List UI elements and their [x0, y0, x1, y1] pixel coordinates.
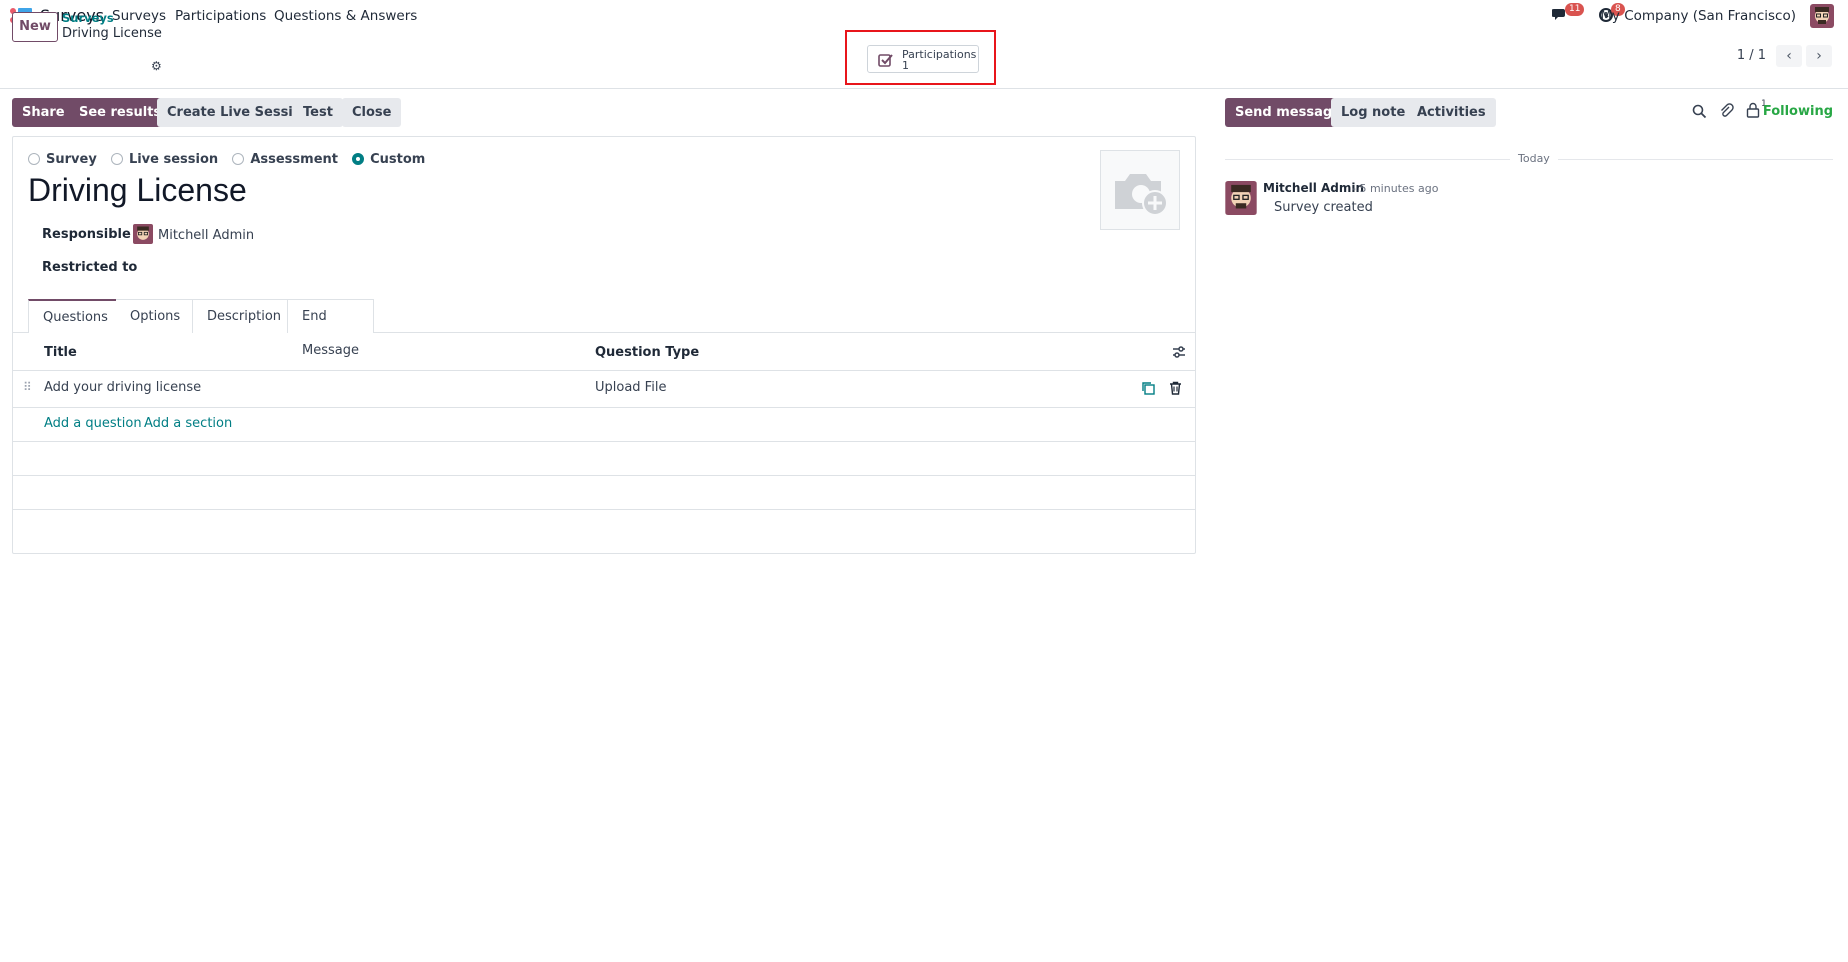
camera-add-icon — [1115, 174, 1168, 216]
row-title[interactable]: Add your driving license — [44, 380, 201, 395]
drag-handle-icon[interactable]: ⠿ — [23, 380, 32, 394]
menu-questions-answers[interactable]: Questions & Answers — [274, 8, 417, 24]
pager-previous-icon[interactable]: ‹ — [1776, 45, 1802, 67]
menu-surveys[interactable]: Surveys — [112, 8, 166, 24]
breadcrumb-surveys[interactable]: Surveys — [62, 11, 114, 25]
radio-live-session[interactable]: Live session — [110, 152, 218, 167]
messages-badge: 11 — [1565, 3, 1585, 16]
survey-image-upload[interactable] — [1100, 150, 1180, 230]
table-divider — [12, 509, 1196, 510]
message-author[interactable]: Mitchell Admin — [1263, 181, 1364, 195]
participations-smart-button[interactable]: Participations 1 — [867, 45, 979, 73]
survey-type-radio-group: Survey Live session Assessment Custom — [28, 152, 435, 167]
message-body: Survey created — [1274, 200, 1373, 215]
date-separator: Today — [1510, 152, 1558, 165]
copy-icon[interactable] — [1141, 381, 1155, 395]
table-divider — [12, 407, 1196, 408]
messages-systray[interactable]: 11 — [1550, 3, 1585, 26]
gear-icon[interactable]: ⚙ — [151, 59, 162, 73]
tab-end-message[interactable]: End Message — [287, 299, 374, 358]
search-icon[interactable] — [1692, 104, 1707, 119]
table-divider — [12, 441, 1196, 442]
menu-participations[interactable]: Participations — [175, 8, 266, 24]
responsible-field[interactable]: Mitchell Admin — [158, 228, 254, 243]
new-button[interactable]: New — [12, 12, 58, 42]
log-note-button[interactable]: Log note — [1331, 98, 1416, 127]
share-button[interactable]: Share — [12, 98, 75, 127]
tab-questions[interactable]: Questions — [28, 299, 123, 333]
optional-columns-icon[interactable] — [1172, 345, 1186, 359]
radio-circle-icon — [110, 153, 123, 165]
close-button[interactable]: Close — [342, 98, 402, 127]
survey-title-field[interactable]: Driving License — [28, 172, 247, 209]
radio-custom[interactable]: Custom — [352, 152, 425, 167]
message-time: - 5 minutes ago — [1352, 182, 1439, 195]
radio-circle-icon — [232, 153, 245, 165]
responsible-avatar — [133, 224, 153, 244]
tab-options[interactable]: Options — [116, 299, 196, 333]
followers-button[interactable]: 1 — [1746, 99, 1767, 122]
tab-description[interactable]: Description — [192, 299, 297, 333]
radio-assessment[interactable]: Assessment — [232, 152, 338, 167]
following-button[interactable]: Following — [1763, 104, 1833, 119]
test-button[interactable]: Test — [293, 98, 343, 127]
radio-circle-icon — [28, 153, 40, 165]
trash-icon[interactable] — [1169, 381, 1182, 395]
radio-selected-icon — [352, 153, 365, 165]
radio-survey[interactable]: Survey — [28, 152, 97, 167]
breadcrumb-current: Driving License — [62, 26, 162, 41]
smart-button-label: Participations — [902, 48, 977, 61]
table-divider — [12, 475, 1196, 476]
user-avatar[interactable] — [1810, 4, 1834, 28]
responsible-label: Responsible — [42, 227, 131, 242]
top-navbar: Surveys Surveys Participations Questions… — [0, 0, 1848, 33]
column-title[interactable]: Title — [44, 345, 77, 360]
see-results-button[interactable]: See results — [69, 98, 172, 127]
row-question-type[interactable]: Upload File — [595, 380, 666, 395]
restricted-label: Restricted to — [42, 260, 138, 275]
pager-next-icon[interactable]: › — [1806, 45, 1832, 67]
paperclip-icon[interactable] — [1719, 103, 1734, 119]
company-switcher[interactable]: My Company (San Francisco) — [1600, 8, 1796, 24]
pager-value[interactable]: 1 / 1 — [1737, 48, 1766, 63]
lock-icon — [1746, 102, 1760, 118]
checkbox-icon — [878, 54, 893, 67]
add-question-link[interactable]: Add a question — [44, 416, 142, 431]
smart-button-value: 1 — [902, 59, 909, 72]
add-section-link[interactable]: Add a section — [144, 416, 232, 431]
message-author-avatar[interactable] — [1225, 181, 1257, 215]
activities-button[interactable]: Activities — [1407, 98, 1496, 127]
column-question-type[interactable]: Question Type — [595, 345, 699, 360]
